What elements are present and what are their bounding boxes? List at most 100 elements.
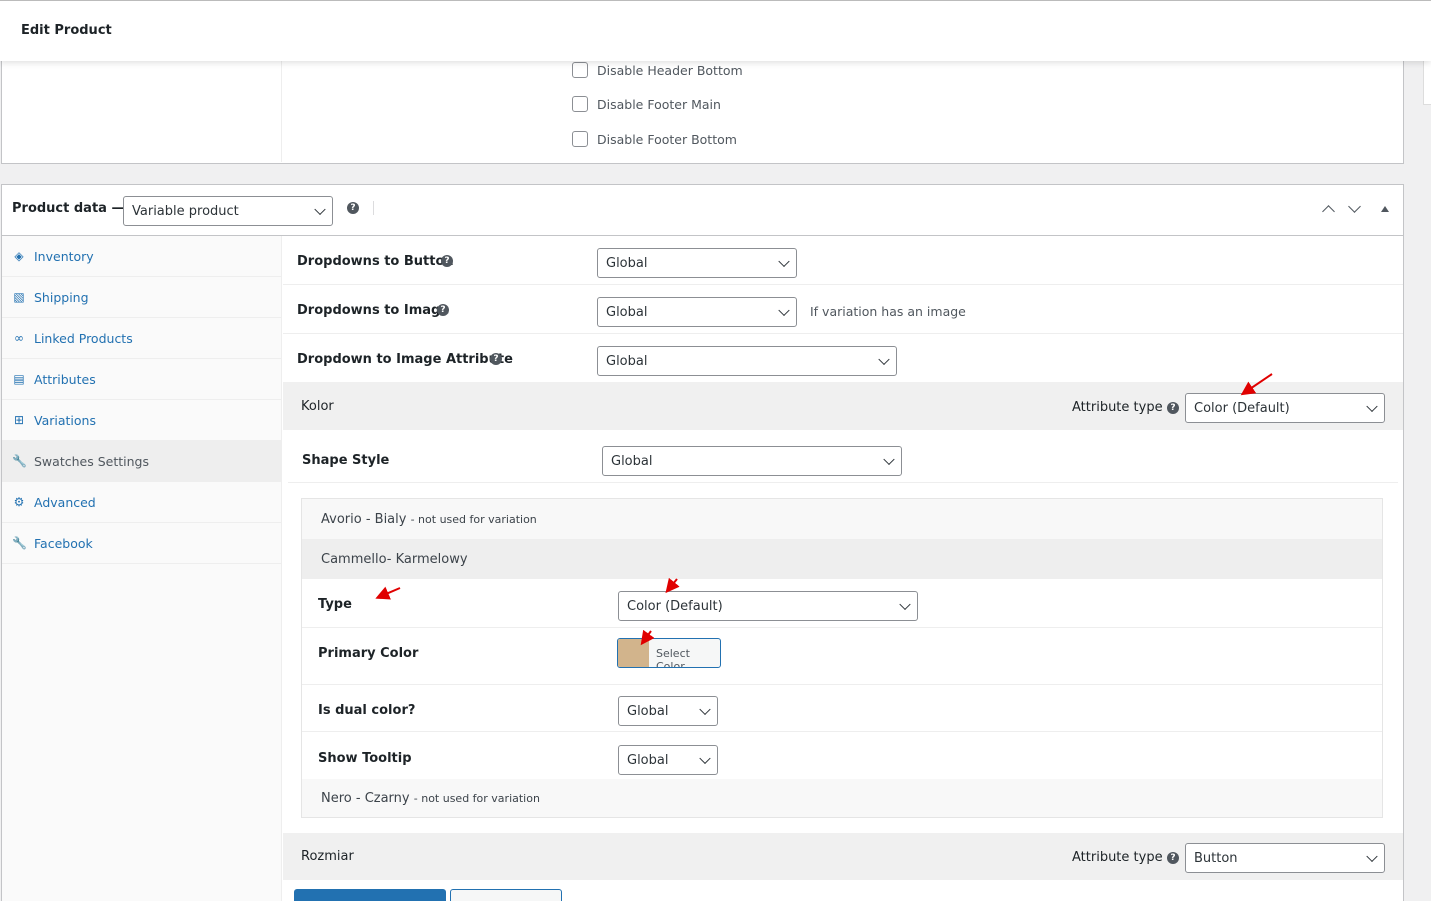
tab-label: Facebook bbox=[34, 535, 93, 551]
term-type-label: Type bbox=[318, 597, 352, 612]
move-up-icon[interactable] bbox=[1322, 205, 1335, 218]
help-icon[interactable]: ? bbox=[1167, 852, 1179, 864]
tab-facebook[interactable]: 🔧 Facebook bbox=[2, 523, 281, 564]
term-nero-row[interactable]: Nero - Czarny - not used for variation bbox=[302, 779, 1382, 817]
tab-advanced[interactable]: ⚙ Advanced bbox=[2, 482, 281, 523]
chevron-down-icon bbox=[314, 203, 326, 216]
tab-swatches-settings[interactable]: 🔧 Swatches Settings bbox=[2, 441, 281, 482]
select-value: Global bbox=[627, 752, 669, 768]
chevron-down-icon bbox=[778, 304, 790, 317]
divider bbox=[283, 284, 1403, 285]
layout-options-sidebar bbox=[2, 58, 282, 162]
tab-label: Inventory bbox=[34, 248, 94, 264]
truck-icon: ▧ bbox=[13, 290, 25, 304]
chevron-down-icon bbox=[699, 703, 711, 716]
show-tooltip-label: Show Tooltip bbox=[318, 751, 412, 766]
dropdowns-to-button-select[interactable]: Global bbox=[597, 248, 797, 278]
help-icon[interactable]: ? bbox=[437, 304, 449, 316]
scrollbar[interactable] bbox=[1423, 60, 1431, 105]
chevron-down-icon bbox=[778, 255, 790, 268]
divider bbox=[302, 627, 1382, 628]
grid-icon: ⊞ bbox=[13, 413, 25, 427]
divider bbox=[302, 684, 1382, 685]
select-value: Global bbox=[606, 353, 648, 369]
disable-header-bottom-option[interactable]: Disable Header Bottom bbox=[572, 62, 743, 78]
help-icon[interactable]: ? bbox=[490, 353, 502, 365]
term-name: Nero - Czarny - not used for variation bbox=[321, 791, 540, 806]
select-color-label: Select Color bbox=[656, 647, 690, 668]
chevron-down-icon bbox=[1366, 400, 1378, 413]
dropdowns-to-image-select[interactable]: Global bbox=[597, 297, 797, 327]
chevron-down-icon bbox=[699, 752, 711, 765]
attribute-name: Rozmiar bbox=[301, 849, 354, 864]
tab-shipping[interactable]: ▧ Shipping bbox=[2, 277, 281, 318]
dropdowns-to-image-label: Dropdowns to Image bbox=[297, 303, 450, 318]
layout-options-panel: Disable Header Bottom Disable Footer Mai… bbox=[1, 58, 1404, 164]
top-bar: Edit Product bbox=[0, 0, 1431, 61]
tab-label: Variations bbox=[34, 412, 96, 428]
divider bbox=[288, 482, 1398, 483]
primary-color-picker[interactable]: Select Color bbox=[617, 638, 721, 668]
disable-footer-main-option[interactable]: Disable Footer Main bbox=[572, 96, 721, 112]
divider bbox=[283, 333, 1403, 334]
tab-label: Attributes bbox=[34, 371, 96, 387]
move-down-icon[interactable] bbox=[1348, 200, 1361, 213]
chevron-down-icon bbox=[899, 598, 911, 611]
dual-color-label: Is dual color? bbox=[318, 703, 416, 718]
link-icon: ∞ bbox=[14, 331, 24, 345]
term-cammello-row[interactable]: Cammello- Karmelowy bbox=[302, 539, 1382, 579]
select-value: Global bbox=[606, 255, 648, 271]
attribute-type-label: Attribute type bbox=[1072, 850, 1163, 865]
dropdown-to-image-attribute-select[interactable]: Global bbox=[597, 346, 897, 376]
help-icon[interactable]: ? bbox=[347, 202, 359, 214]
tab-label: Linked Products bbox=[34, 330, 133, 346]
collapse-icon[interactable] bbox=[1381, 206, 1389, 212]
tab-label: Advanced bbox=[34, 494, 96, 510]
chevron-down-icon bbox=[1366, 850, 1378, 863]
tab-inventory[interactable]: ◈ Inventory bbox=[2, 236, 281, 277]
term-note: - not used for variation bbox=[410, 513, 537, 526]
dual-color-select[interactable]: Global bbox=[618, 696, 718, 726]
help-icon[interactable]: ? bbox=[441, 255, 453, 267]
save-attributes-button[interactable] bbox=[294, 889, 446, 901]
kolor-attribute-type-select[interactable]: Color (Default) bbox=[1185, 393, 1385, 423]
tab-label: Swatches Settings bbox=[34, 453, 149, 469]
disable-footer-bottom-option[interactable]: Disable Footer Bottom bbox=[572, 131, 737, 147]
disable-footer-main-checkbox[interactable] bbox=[572, 96, 588, 112]
chevron-down-icon bbox=[878, 353, 890, 366]
divider bbox=[373, 201, 374, 215]
dropdowns-to-image-description: If variation has an image bbox=[810, 304, 966, 319]
list-icon: ▤ bbox=[13, 372, 25, 386]
select-value: Global bbox=[611, 453, 653, 469]
disable-footer-main-label: Disable Footer Main bbox=[597, 96, 721, 112]
select-value: Color (Default) bbox=[627, 598, 723, 614]
tab-attributes[interactable]: ▤ Attributes bbox=[2, 359, 281, 400]
tab-label: Shipping bbox=[34, 289, 89, 305]
chevron-down-icon bbox=[883, 453, 895, 466]
product-data-title: Product data — bbox=[12, 201, 125, 216]
product-data-tabs: ◈ Inventory ▧ Shipping ∞ Linked Products… bbox=[2, 236, 282, 901]
term-note: - not used for variation bbox=[413, 792, 540, 805]
term-name: Avorio - Bialy - not used for variation bbox=[321, 512, 537, 527]
shape-style-label: Shape Style bbox=[302, 453, 390, 468]
reset-button[interactable] bbox=[450, 889, 562, 901]
divider bbox=[302, 731, 1382, 732]
tab-variations[interactable]: ⊞ Variations bbox=[2, 400, 281, 441]
select-value: Global bbox=[627, 703, 669, 719]
help-icon[interactable]: ? bbox=[1167, 402, 1179, 414]
shape-style-select[interactable]: Global bbox=[602, 446, 902, 476]
tab-linked-products[interactable]: ∞ Linked Products bbox=[2, 318, 281, 359]
term-type-select[interactable]: Color (Default) bbox=[618, 591, 918, 621]
show-tooltip-select[interactable]: Global bbox=[618, 745, 718, 775]
term-avorio-row[interactable]: Avorio - Bialy - not used for variation bbox=[302, 499, 1382, 539]
disable-header-bottom-checkbox[interactable] bbox=[572, 62, 588, 78]
primary-color-label: Primary Color bbox=[318, 646, 419, 661]
wrench-icon: 🔧 bbox=[12, 536, 27, 550]
disable-footer-bottom-checkbox[interactable] bbox=[572, 131, 588, 147]
product-type-select[interactable]: Variable product bbox=[123, 196, 333, 226]
disable-header-bottom-label: Disable Header Bottom bbox=[597, 62, 743, 78]
dropdowns-to-button-label: Dropdowns to Button bbox=[297, 254, 454, 269]
rozmiar-attribute-type-select[interactable]: Button bbox=[1185, 843, 1385, 873]
product-type-value: Variable product bbox=[132, 203, 239, 219]
select-value: Global bbox=[606, 304, 648, 320]
